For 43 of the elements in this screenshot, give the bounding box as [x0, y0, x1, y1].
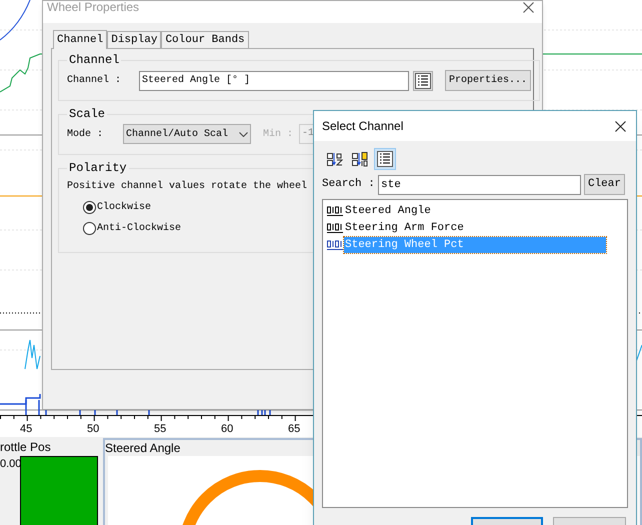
channel-item[interactable]: Steered Angle: [327, 202, 623, 219]
mode-dropdown[interactable]: Channel/Auto Scal: [123, 124, 251, 144]
panel-title: Steered Angle: [105, 440, 182, 456]
properties-button[interactable]: Properties...: [445, 70, 532, 91]
axis-label: 55: [154, 422, 166, 437]
browse-button[interactable]: [413, 70, 433, 90]
channel-icon: [327, 206, 343, 216]
channel-icon: [327, 222, 343, 232]
close-icon[interactable]: [523, 2, 534, 13]
list-icon: [415, 72, 431, 88]
radio-option[interactable]: Clockwise: [83, 200, 152, 215]
sort-type-icon: [352, 151, 368, 167]
toolbar-button[interactable]: [374, 148, 396, 170]
polarity-text: Positive channel values rotate the wheel: [67, 180, 308, 194]
channel-icon: [327, 240, 343, 250]
tab[interactable]: Colour Bands: [161, 31, 249, 48]
axis-label: 45: [20, 422, 32, 437]
radio-option[interactable]: Anti-Clockwise: [83, 221, 182, 236]
group-title: Channel: [68, 52, 120, 69]
panel-title: rottle Pos: [0, 439, 52, 456]
axis-label: 60: [221, 422, 234, 437]
search-field[interactable]: ste: [378, 174, 581, 194]
sort-alpha-icon: [327, 151, 343, 167]
tab[interactable]: Display: [107, 31, 162, 48]
chevron-down-icon: [239, 132, 248, 136]
axis-label: 65: [288, 422, 300, 437]
tab[interactable]: Channel: [53, 30, 108, 49]
window-title: Select Channel: [322, 118, 404, 135]
field-label: Search :: [322, 177, 376, 192]
axis-label: 50: [87, 422, 100, 437]
field-label: Min :: [263, 128, 294, 142]
field-label: Mode :: [67, 128, 104, 142]
channel-item[interactable]: Steering Arm Force: [327, 219, 623, 236]
list-icon: [377, 151, 393, 167]
group-title: Scale: [68, 106, 106, 123]
group-title: Polarity: [68, 160, 128, 177]
close-icon[interactable]: [615, 120, 626, 132]
radio-button[interactable]: [83, 222, 96, 235]
field-label: Channel :: [67, 74, 122, 88]
radio-button[interactable]: [83, 201, 96, 214]
window-title: Wheel Properties: [47, 1, 140, 13]
clear-button[interactable]: Clear: [584, 174, 625, 195]
channel-field[interactable]: Steered Angle [° ]: [139, 70, 409, 90]
